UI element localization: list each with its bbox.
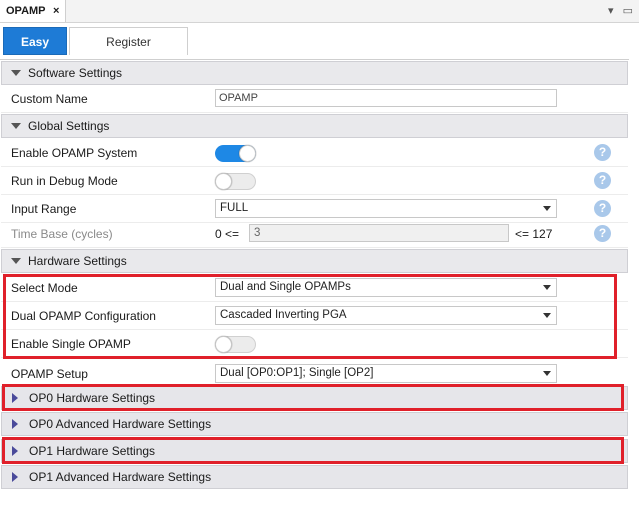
document-tab-title: OPAMP <box>6 5 46 17</box>
help-icon[interactable]: ? <box>594 172 611 189</box>
input-range-row: Input Range FULL ? <box>1 195 628 223</box>
enable-opamp-toggle[interactable] <box>215 145 256 162</box>
window-buttons: ▾ ▭ <box>602 4 633 17</box>
opamp-setup-select[interactable]: Dual [OP0:OP1]; Single [OP2] <box>215 364 557 383</box>
op0-hardware-settings-group[interactable]: OP0 Hardware Settings <box>1 386 628 410</box>
hardware-settings-header[interactable]: Hardware Settings <box>1 249 628 273</box>
tab-register-initialization[interactable]: Register Initialization <box>69 27 188 77</box>
select-mode-label: Select Mode <box>11 281 78 295</box>
opamp-document-tab[interactable]: OPAMP × <box>0 0 66 22</box>
group-label: OP0 Advanced Hardware Settings <box>29 417 212 431</box>
select-mode-select[interactable]: Dual and Single OPAMPs <box>215 278 557 297</box>
opamp-setup-row: OPAMP Setup Dual [OP0:OP1]; Single [OP2] <box>1 360 628 388</box>
enable-opamp-label: Enable OPAMP System <box>11 146 138 160</box>
enable-opamp-row: Enable OPAMP System ? <box>1 139 628 167</box>
time-base-max: <= 127 <box>515 227 553 241</box>
group-label: OP0 Hardware Settings <box>29 391 156 405</box>
dropdown-arrow-icon <box>543 285 551 290</box>
expand-triangle-icon <box>12 419 18 429</box>
group-label: OP1 Hardware Settings <box>29 444 156 458</box>
input-range-label: Input Range <box>11 202 77 216</box>
select-mode-value: Dual and Single OPAMPs <box>220 281 351 293</box>
section-label: Hardware Settings <box>28 254 127 268</box>
help-icon[interactable]: ? <box>594 144 611 161</box>
op1-hardware-settings-group[interactable]: OP1 Hardware Settings <box>1 439 628 463</box>
dual-config-row: Dual OPAMP Configuration Cascaded Invert… <box>1 302 628 330</box>
expand-triangle-icon <box>12 472 18 482</box>
toggle-knob <box>215 336 232 353</box>
close-icon[interactable]: × <box>53 0 59 22</box>
debug-mode-toggle[interactable] <box>215 173 256 190</box>
dropdown-arrow-icon <box>543 206 551 211</box>
toggle-knob <box>239 145 256 162</box>
view-tabs: Easy View Register Initialization <box>0 27 639 77</box>
tab-easy-view[interactable]: Easy View <box>3 27 67 77</box>
input-range-select[interactable]: FULL <box>215 199 557 218</box>
dropdown-arrow-icon <box>543 313 551 318</box>
custom-name-label: Custom Name <box>11 92 88 106</box>
expand-triangle-icon <box>12 446 18 456</box>
settings-panel: Software Settings Custom Name OPAMP Glob… <box>0 59 629 507</box>
group-label: OP1 Advanced Hardware Settings <box>29 470 212 484</box>
input-range-value: FULL <box>220 202 249 214</box>
dual-config-label: Dual OPAMP Configuration <box>11 309 156 323</box>
opamp-setup-value: Dual [OP0:OP1]; Single [OP2] <box>220 367 374 379</box>
op1-advanced-hardware-settings-group[interactable]: OP1 Advanced Hardware Settings <box>1 465 628 489</box>
enable-single-label: Enable Single OPAMP <box>11 337 131 351</box>
section-label: Software Settings <box>28 66 123 80</box>
enable-single-toggle[interactable] <box>215 336 256 353</box>
software-settings-header[interactable]: Software Settings <box>1 61 628 85</box>
custom-name-input[interactable]: OPAMP <box>215 89 557 107</box>
debug-mode-row: Run in Debug Mode ? <box>1 167 628 195</box>
collapse-triangle-icon <box>11 70 21 76</box>
collapse-triangle-icon <box>11 123 21 129</box>
enable-single-row: Enable Single OPAMP <box>1 330 628 358</box>
menu-dropdown-icon[interactable]: ▾ <box>608 5 614 17</box>
toggle-knob <box>215 173 232 190</box>
opamp-setup-label: OPAMP Setup <box>11 367 88 381</box>
time-base-label: Time Base (cycles) <box>11 227 113 241</box>
restore-icon[interactable]: ▭ <box>623 5 633 17</box>
time-base-min: 0 <= <box>215 227 240 241</box>
dual-config-select[interactable]: Cascaded Inverting PGA <box>215 306 557 325</box>
dual-config-value: Cascaded Inverting PGA <box>220 309 347 321</box>
global-settings-header[interactable]: Global Settings <box>1 114 628 138</box>
collapse-triangle-icon <box>11 258 21 264</box>
document-tab-strip: OPAMP × ▾ ▭ <box>0 0 639 23</box>
section-label: Global Settings <box>28 119 110 133</box>
dropdown-arrow-icon <box>543 371 551 376</box>
select-mode-row: Select Mode Dual and Single OPAMPs <box>1 274 628 302</box>
time-base-row: Time Base (cycles) 0 <= 3 <= 127 ? <box>1 220 628 248</box>
help-icon[interactable]: ? <box>594 225 611 242</box>
time-base-input[interactable]: 3 <box>249 224 509 242</box>
custom-name-row: Custom Name OPAMP <box>1 85 628 113</box>
help-icon[interactable]: ? <box>594 200 611 217</box>
op0-advanced-hardware-settings-group[interactable]: OP0 Advanced Hardware Settings <box>1 412 628 436</box>
expand-triangle-icon <box>12 393 18 403</box>
debug-mode-label: Run in Debug Mode <box>11 174 118 188</box>
